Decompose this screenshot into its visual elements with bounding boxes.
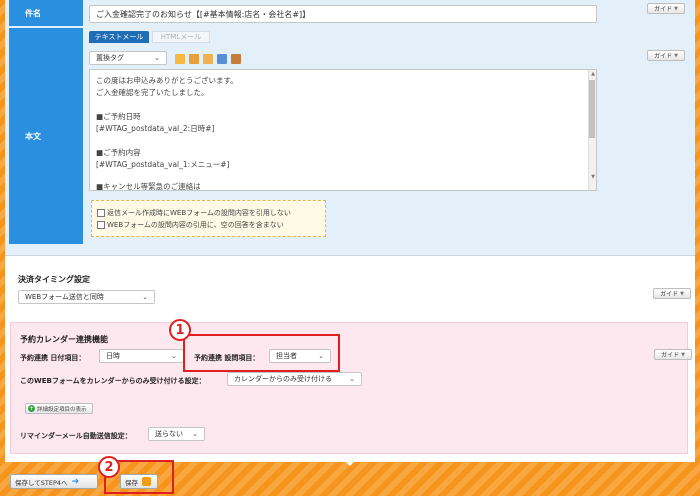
tab-text-mail[interactable]: テキストメール	[89, 31, 149, 43]
chevron-down-icon: ⌄	[192, 430, 198, 438]
body-line: この度はお申込みありがとうございます。	[96, 76, 238, 85]
quote-options-box: 返信メール作成時にWEBフォームの設問内容を引用しない WEBフォームの設問内容…	[91, 200, 326, 237]
arrow-right-icon: ➔	[71, 476, 80, 487]
body-line: ■ご予約内容	[96, 148, 141, 157]
date-field-select[interactable]: 日時 ⌄	[99, 349, 184, 363]
save-next-step-button[interactable]: 保存してSTEP4へ ➔	[10, 474, 98, 489]
payment-timing-title: 決済タイミング設定	[18, 275, 90, 284]
option-label: WEBフォームの設問内容の引用に、空の回答を含まない	[107, 221, 284, 229]
calendar-only-label: このWEBフォームをカレンダーからのみ受け付ける設定：	[20, 377, 206, 385]
body-textarea[interactable]: この度はお申込みありがとうございます。 ご入金確認を完了いたしました。 ■ご予約…	[89, 69, 597, 191]
checkbox[interactable]	[97, 221, 105, 229]
textarea-scrollbar[interactable]: ▲ ▼	[588, 70, 596, 190]
chevron-down-icon: ⌄	[349, 375, 355, 383]
subject-label: 件名	[9, 0, 83, 26]
payment-timing-value: WEBフォーム送信と同時	[25, 293, 104, 301]
option-exclude-empty[interactable]: WEBフォームの設問内容の引用に、空の回答を含まない	[97, 220, 284, 230]
insert-tag-icon[interactable]	[175, 54, 185, 64]
chevron-down-icon: ▼	[674, 52, 678, 59]
body-line: [#WTAG_postdata_val_2:日時#]	[96, 124, 215, 133]
reminder-value: 送らない	[155, 430, 183, 438]
body-line: ■ご予約日時	[96, 112, 141, 121]
reminder-label: リマインダーメール自動送信設定：	[20, 432, 132, 440]
insert-shop-icon[interactable]	[231, 54, 241, 64]
insert-field-icon[interactable]	[189, 54, 199, 64]
date-field-label: 予約連携 日付項目：	[20, 354, 86, 362]
calendar-guide-button[interactable]: ガイド ▼	[654, 349, 692, 360]
insert-link-icon[interactable]	[217, 54, 227, 64]
body-line: [#WTAG_postdata_val_1:メニュー#]	[96, 160, 230, 169]
mail-settings-section: 件名 ご入金確認完了のお知らせ【[#基本情報:店名・会社名#]】 ガイド ▼ 本文…	[5, 0, 695, 256]
payment-guide-button[interactable]: ガイド ▼	[653, 288, 691, 299]
guide-label: ガイド	[661, 352, 680, 359]
guide-label: ガイド	[654, 53, 673, 60]
chevron-down-icon: ⌄	[142, 293, 148, 301]
calendar-only-value: カレンダーからのみ受け付ける	[234, 375, 332, 383]
option-label: 返信メール作成時にWEBフォームの設問内容を引用しない	[107, 209, 291, 217]
chevron-down-icon: ▼	[681, 351, 685, 358]
calendar-only-select[interactable]: カレンダーからのみ受け付ける ⌄	[227, 372, 362, 386]
chevron-down-icon: ▼	[674, 5, 678, 12]
body-line: ■キャンセル等緊急のご連絡は	[96, 182, 201, 191]
option-no-quote[interactable]: 返信メール作成時にWEBフォームの設問内容を引用しない	[97, 208, 291, 218]
checkbox[interactable]	[97, 209, 105, 217]
replace-tag-select[interactable]: 置換タグ ⌄	[89, 51, 167, 65]
tab-html-mail[interactable]: HTMLメール	[152, 31, 210, 43]
body-label: 本文	[9, 28, 83, 244]
divider-arrow	[346, 462, 354, 466]
show-detail-button[interactable]: + 詳細設定項目の表示	[25, 403, 93, 414]
body-guide-button[interactable]: ガイド ▼	[647, 50, 685, 61]
subject-guide-button[interactable]: ガイド ▼	[647, 3, 685, 14]
guide-label: ガイド	[660, 291, 679, 298]
chevron-down-icon: ▼	[680, 290, 684, 297]
scroll-thumb[interactable]	[589, 80, 595, 138]
scroll-up-icon[interactable]: ▲	[591, 71, 595, 77]
guide-label: ガイド	[654, 6, 673, 13]
insert-date-icon[interactable]	[203, 54, 213, 64]
body-line: ご入金確認を完了いたしました。	[96, 88, 209, 97]
payment-timing-select[interactable]: WEBフォーム送信と同時 ⌄	[18, 290, 155, 304]
highlight-box-1	[183, 334, 340, 372]
content-frame: 件名 ご入金確認完了のお知らせ【[#基本情報:店名・会社名#]】 ガイド ▼ 本文…	[5, 0, 695, 462]
reminder-select[interactable]: 送らない ⌄	[148, 427, 205, 441]
scroll-down-icon[interactable]: ▼	[591, 174, 595, 180]
replace-tag-value: 置換タグ	[96, 54, 124, 62]
annotation-badge-2: 2	[98, 456, 120, 478]
calendar-title: 予約カレンダー連携機能	[20, 335, 108, 344]
calendar-section: 予約カレンダー連携機能 予約連携 日付項目： 日時 ⌄ 予約連携 設問項目： 担当…	[10, 322, 692, 454]
date-field-value: 日時	[106, 352, 120, 360]
subject-input[interactable]: ご入金確認完了のお知らせ【[#基本情報:店名・会社名#]】	[89, 5, 597, 23]
plus-icon: +	[28, 405, 35, 412]
save-next-label: 保存してSTEP4へ	[15, 478, 68, 487]
chevron-down-icon: ⌄	[154, 54, 160, 62]
chevron-down-icon: ⌄	[171, 352, 177, 360]
annotation-badge-1: 1	[169, 319, 191, 341]
show-detail-label: 詳細設定項目の表示	[37, 406, 87, 413]
